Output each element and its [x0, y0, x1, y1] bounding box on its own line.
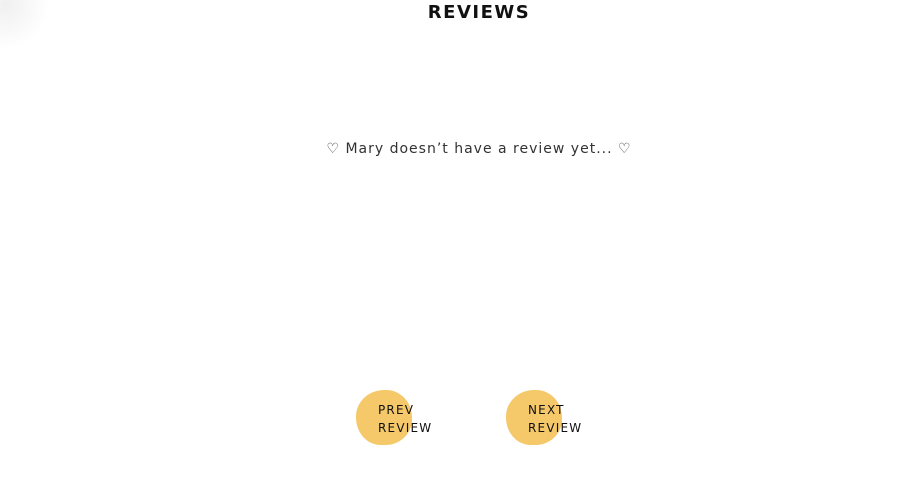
empty-review-message: ♡ Mary doesn’t have a review yet... ♡	[326, 141, 632, 157]
next-review-label: NEXT REVIEW	[528, 403, 583, 435]
reviews-page: REVIEWS ♡ Mary doesn’t have a review yet…	[0, 0, 901, 503]
reviews-title: REVIEWS	[427, 2, 531, 23]
prev-review-label: PREV REVIEW	[378, 403, 433, 435]
